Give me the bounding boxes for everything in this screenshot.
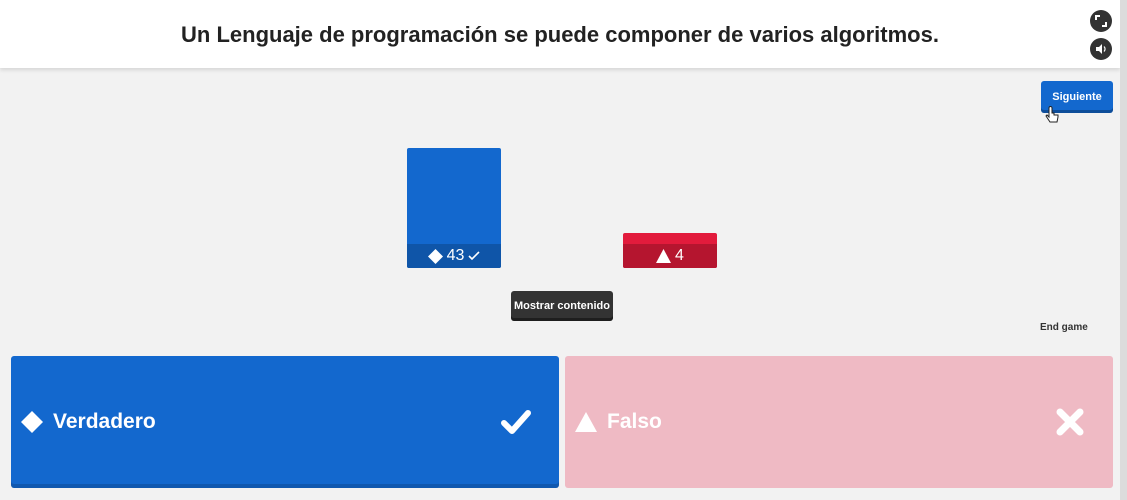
fullscreen-icon (1095, 15, 1107, 27)
fullscreen-button[interactable] (1090, 10, 1112, 32)
end-game-link[interactable]: End game (1040, 322, 1088, 333)
result-count-triangle: 4 (675, 247, 684, 264)
check-icon (501, 410, 531, 434)
check-icon (468, 251, 480, 261)
answer-label: Verdadero (53, 410, 156, 433)
window-edge (1120, 0, 1127, 500)
diamond-icon (427, 248, 443, 264)
volume-icon (1096, 44, 1106, 54)
answer-verdadero[interactable]: Verdadero (11, 356, 559, 488)
question-text: Un Lenguaje de programación se puede com… (181, 22, 939, 47)
show-content-button[interactable]: Mostrar contenido (511, 291, 613, 321)
result-bar-label: 43 (407, 244, 501, 268)
sound-button[interactable] (1090, 38, 1112, 60)
hand-cursor-icon (1045, 106, 1059, 123)
triangle-icon (656, 249, 672, 263)
question-header: Un Lenguaje de programación se puede com… (0, 0, 1120, 68)
result-count-diamond: 43 (446, 247, 465, 264)
result-bar-diamond: 43 (407, 148, 501, 268)
result-bar-triangle: 4 (623, 233, 717, 268)
result-bar-label: 4 (623, 244, 717, 268)
close-icon (1056, 408, 1084, 436)
answer-label: Falso (607, 410, 662, 433)
triangle-icon (575, 412, 597, 432)
diamond-icon (21, 411, 43, 433)
answer-falso[interactable]: Falso (565, 356, 1113, 488)
